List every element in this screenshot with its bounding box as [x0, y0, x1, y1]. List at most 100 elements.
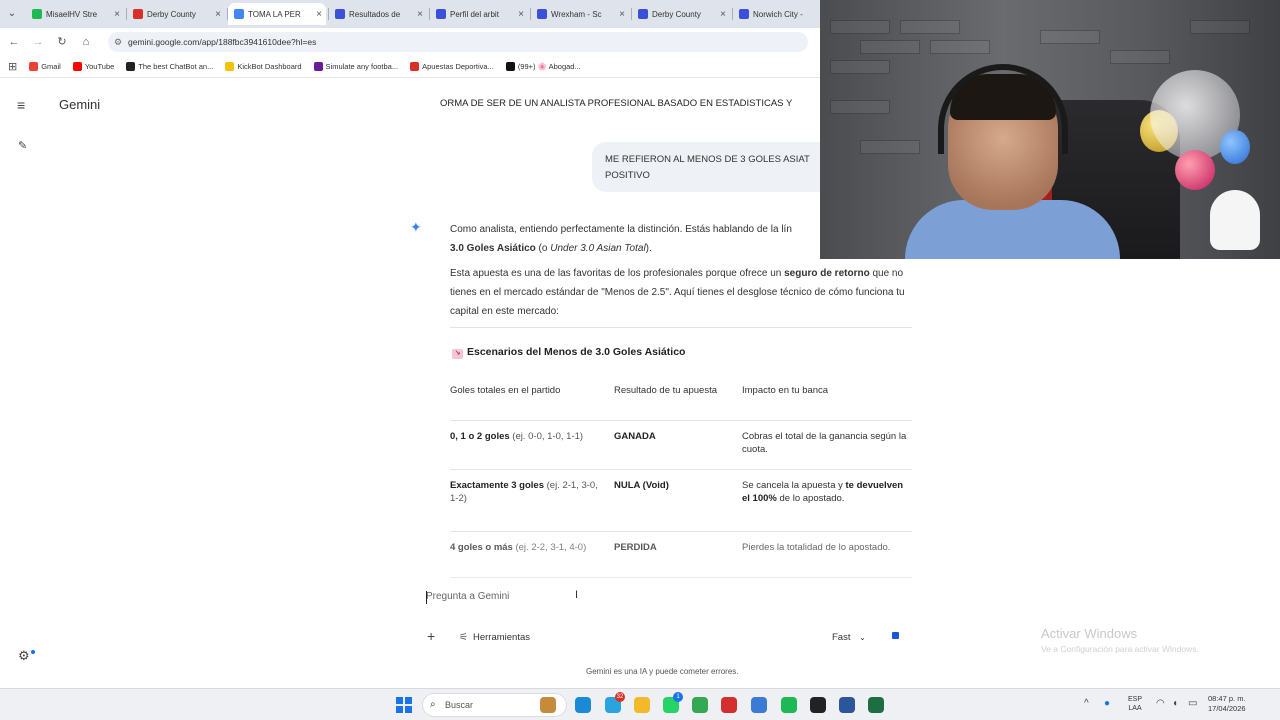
goals-example: (ej. 0-0, 1-0, 1-1)	[509, 431, 584, 442]
widgets-app-icon[interactable]	[540, 697, 556, 713]
forward-arrow-icon[interactable]: →	[30, 34, 46, 50]
windows-start-icon[interactable]	[396, 697, 412, 713]
bookmark-favicon-icon	[126, 62, 136, 71]
tab-title: Perfil del arbit	[450, 9, 499, 19]
response-text: (o	[535, 243, 551, 254]
goals-example: (ej. 2-2, 3-1, 4-0)	[512, 542, 587, 553]
bookmark-item[interactable]: The best ChatBot an...	[126, 62, 213, 71]
bookmark-item[interactable]: Simulate any footba...	[313, 62, 399, 71]
new-chat-icon[interactable]: ✎	[18, 139, 27, 152]
tab-close-icon[interactable]: ×	[619, 9, 625, 20]
goals-cell: Exactamente 3 goles (ej. 2-1, 3-0, 1-2)	[450, 479, 614, 531]
tab-title: Resultados de	[349, 9, 401, 19]
add-attachment-plus-icon[interactable]: +	[427, 628, 435, 644]
table-header-cell: Resultado de tu apuesta	[614, 385, 717, 396]
site-info-icon[interactable]: ⚙	[114, 32, 122, 52]
goals-bold: Exactamente 3 goles	[450, 480, 544, 491]
browser-tab[interactable]: Norwich City -×	[733, 3, 831, 25]
taskbar-search-placeholder: Buscar	[445, 700, 474, 710]
tab-close-icon[interactable]: ×	[417, 9, 423, 20]
tab-close-icon[interactable]: ×	[114, 9, 120, 20]
browser-tab[interactable]: Derby County ×	[127, 3, 225, 25]
bookmark-item[interactable]: (99+) 🌸 Abogad...	[505, 62, 581, 71]
goals-cell: 4 goles o más (ej. 2-2, 3-1, 4-0)	[450, 541, 614, 577]
bookmark-label: Gmail	[41, 62, 61, 71]
bookmark-label: KickBot Dashboard	[237, 62, 302, 71]
tab-close-icon[interactable]: ×	[518, 9, 524, 20]
reload-icon[interactable]: ↻	[54, 34, 70, 50]
apps-grid-icon[interactable]: ⊞	[8, 60, 17, 73]
impact-cell: Pierdes la totalidad de lo apostado.	[742, 541, 912, 577]
goals-bold: 4 goles o más	[450, 542, 513, 553]
snoopy-plush	[1210, 190, 1260, 250]
bookmark-item[interactable]: YouTube	[72, 62, 114, 71]
capcut-app-icon[interactable]	[810, 697, 826, 713]
bookmark-favicon-icon	[72, 62, 82, 71]
back-arrow-icon[interactable]: ←	[6, 34, 22, 50]
result-cell: PERDIDA	[614, 542, 657, 553]
spotify-app-icon[interactable]	[781, 697, 797, 713]
bookmark-item[interactable]: KickBot Dashboard	[225, 62, 302, 71]
table-header-cell: Goles totales en el partido	[450, 385, 561, 396]
table-row: 0, 1 o 2 goles (ej. 0-0, 1-0, 1-1) GANAD…	[450, 421, 912, 470]
model-selector[interactable]: Fast ⌄	[832, 632, 866, 643]
stop-generation-button[interactable]	[892, 632, 899, 639]
browser-toolbar: ← → ↻ ⌂ ⚙ gemini.google.com/app/188fbc39…	[0, 28, 820, 56]
address-bar[interactable]: ⚙ gemini.google.com/app/188fbc3941610dee…	[108, 32, 808, 52]
bookmark-label: The best ChatBot an...	[138, 62, 214, 71]
browser-tab[interactable]: Perfil del arbit ×	[430, 3, 528, 25]
browser-tab[interactable]: TOMA LA PER ×	[228, 3, 326, 25]
tab-search-chevron-icon[interactable]: ⌄	[4, 6, 20, 22]
hamburger-menu-icon[interactable]: ≡	[17, 97, 25, 113]
chrome-app-icon[interactable]	[692, 697, 708, 713]
bookmark-item[interactable]: Gmail	[29, 62, 61, 71]
table-header-row: Goles totales en el partido Resultado de…	[450, 378, 912, 421]
browser-tab[interactable]: Wrexham - Sc ×	[531, 3, 629, 25]
excel-app-icon[interactable]	[868, 697, 884, 713]
input-language[interactable]: ESP LAA	[1128, 695, 1142, 713]
tools-button[interactable]: ⚟ Herramientas	[459, 632, 530, 643]
explorer-app-icon[interactable]	[634, 697, 650, 713]
system-clock[interactable]: 08:47 p. m. 17/04/2026	[1208, 694, 1246, 714]
settings-gear-icon[interactable]: ⚙	[18, 648, 30, 664]
result-cell: GANADA	[614, 431, 656, 442]
goals-bold: 0, 1 o 2 goles	[450, 431, 510, 442]
bookmark-label: Simulate any footba...	[325, 62, 399, 71]
microphone-icon[interactable]: ●	[1104, 698, 1110, 709]
tab-close-icon[interactable]: ×	[215, 9, 221, 20]
edge-app-icon[interactable]	[575, 697, 591, 713]
tab-favicon-icon	[234, 9, 244, 19]
bookmark-item[interactable]: Apuestas Deportiva...	[410, 62, 494, 71]
browser-tab[interactable]: Resultados de ×	[329, 3, 427, 25]
tab-close-icon[interactable]: ×	[720, 9, 726, 20]
section-heading: ↘ Escenarios del Menos de 3.0 Goles Asiát…	[452, 346, 685, 359]
tab-title: TOMA LA PER	[248, 9, 301, 19]
tab-close-icon[interactable]: ×	[316, 9, 322, 20]
pink-plush	[1175, 150, 1215, 190]
tray-chevron-up-icon[interactable]: ^	[1084, 698, 1089, 709]
tools-label: Herramientas	[472, 632, 530, 643]
typora-app-icon[interactable]	[721, 697, 737, 713]
sliders-icon: ⚟	[459, 632, 468, 643]
goals-cell: 0, 1 o 2 goles (ej. 0-0, 1-0, 1-1)	[450, 430, 614, 469]
user-message-line: POSITIVO	[605, 170, 650, 181]
tab-title: MisaelHV Stre	[46, 9, 98, 19]
calculator-app-icon[interactable]	[751, 697, 767, 713]
word-app-icon[interactable]	[839, 697, 855, 713]
user-message-bubble: ME REFIERON AL MENOS DE 3 GOLES ASIAT PO…	[592, 142, 832, 192]
wifi-icon[interactable]: ◠	[1156, 698, 1165, 709]
volume-icon[interactable]: ◖	[1172, 698, 1178, 709]
browser-tab[interactable]: Derby County ×	[632, 3, 730, 25]
prompt-input-box: + ⚟ Herramientas Fast ⌄	[410, 581, 918, 655]
battery-icon[interactable]: ▭	[1188, 698, 1197, 709]
browser-tab[interactable]: MisaelHV Stre ×	[26, 3, 124, 25]
text-caret	[426, 591, 427, 604]
clock-date: 17/04/2026	[1208, 704, 1246, 713]
user-message-line: ME REFIERON AL MENOS DE 3 GOLES ASIAT	[605, 154, 810, 165]
bookmarks-bar: ⊞ Gmail YouTube The best ChatBot an... Kick…	[0, 56, 820, 78]
bookmark-label: (99+) 🌸 Abogad...	[517, 62, 581, 71]
table-header-cell: Impacto en tu banca	[742, 385, 829, 396]
home-icon[interactable]: ⌂	[78, 34, 94, 50]
bookmark-favicon-icon	[505, 62, 515, 71]
language-region: LAA	[1128, 705, 1142, 712]
